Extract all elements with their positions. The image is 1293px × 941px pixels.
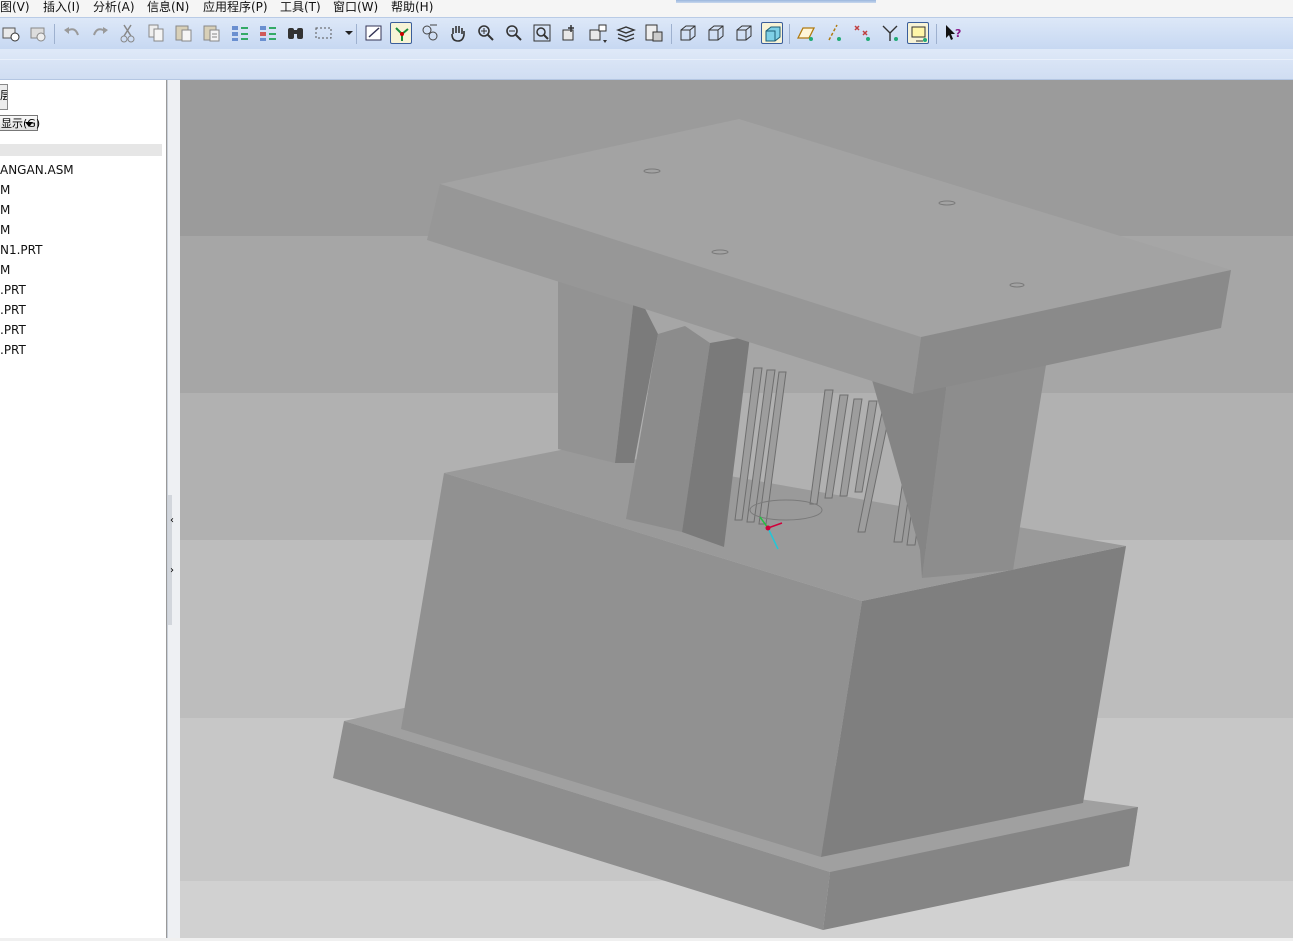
datum-axes-icon[interactable] xyxy=(823,22,845,44)
chevron-down-icon[interactable] xyxy=(338,22,353,44)
tree-header xyxy=(0,144,162,156)
view-manager-icon[interactable] xyxy=(643,22,665,44)
saved-views-icon[interactable] xyxy=(587,22,609,44)
menu-window[interactable]: 窗口(W) xyxy=(333,0,378,14)
model-tree: ANGAN.ASM M M M N1.PRT M .PRT .PRT .PRT … xyxy=(0,160,164,360)
repaint-icon[interactable] xyxy=(363,22,385,44)
tree-item[interactable]: .PRT xyxy=(0,280,164,300)
svg-text:?: ? xyxy=(955,27,961,40)
tree-item[interactable]: ANGAN.ASM xyxy=(0,160,164,180)
main-toolbar: ? xyxy=(0,17,1293,50)
refit-icon[interactable] xyxy=(229,22,251,44)
tree-item[interactable]: M xyxy=(0,200,164,220)
menu-bar: 图(V) 插入(I) 分析(A) 信息(N) 应用程序(P) 工具(T) 窗口(… xyxy=(0,0,1293,17)
menu-help[interactable]: 帮助(H) xyxy=(391,0,433,14)
menu-tools[interactable]: 工具(T) xyxy=(280,0,321,14)
toolbar-separator xyxy=(936,24,937,44)
coordinate-systems-icon[interactable] xyxy=(879,22,901,44)
hidden-line-icon[interactable] xyxy=(705,22,727,44)
model-tree-panel: 层 显示(G) ANGAN.ASM M M M N1.PRT M .PRT .P… xyxy=(0,80,167,938)
tree-item[interactable]: M xyxy=(0,180,164,200)
show-dropdown-label: 显示(G) xyxy=(1,117,41,130)
spin-center-icon[interactable] xyxy=(390,22,412,44)
layers-icon[interactable] xyxy=(615,22,637,44)
spin-center-display-icon[interactable] xyxy=(907,22,929,44)
redo-icon[interactable] xyxy=(89,22,111,44)
panel-sash[interactable]: ‹ › xyxy=(167,80,180,938)
toolbar-divider xyxy=(0,59,1293,60)
zoom-in-icon[interactable] xyxy=(475,22,497,44)
toolbar-separator xyxy=(789,24,790,44)
menu-view[interactable]: 图(V) xyxy=(0,0,30,14)
select-box-icon[interactable] xyxy=(313,22,335,44)
menu-applications[interactable]: 应用程序(P) xyxy=(203,0,268,14)
menu-info[interactable]: 信息(N) xyxy=(147,0,189,14)
show-dropdown[interactable]: 显示(G) xyxy=(0,115,41,131)
no-hidden-icon[interactable] xyxy=(733,22,755,44)
collapse-panel-icon[interactable]: ‹ xyxy=(170,516,176,526)
toolbar-separator xyxy=(356,24,357,44)
redefine-icon[interactable] xyxy=(257,22,279,44)
menu-analysis[interactable]: 分析(A) xyxy=(93,0,135,14)
zoom-out-icon[interactable] xyxy=(503,22,525,44)
wireframe-icon[interactable] xyxy=(677,22,699,44)
shading-icon[interactable] xyxy=(761,22,783,44)
secondary-toolbar xyxy=(0,49,1293,80)
regenerate-icon[interactable] xyxy=(0,22,22,44)
search-icon[interactable] xyxy=(285,22,307,44)
cut-icon[interactable] xyxy=(117,22,139,44)
tree-item[interactable]: N1.PRT xyxy=(0,240,164,260)
regenerate-manager-icon[interactable] xyxy=(27,22,49,44)
datum-planes-icon[interactable] xyxy=(795,22,817,44)
menu-insert[interactable]: 插入(I) xyxy=(43,0,80,14)
copy-icon[interactable] xyxy=(145,22,167,44)
reorient-icon[interactable] xyxy=(559,22,581,44)
model-view[interactable] xyxy=(180,80,1293,938)
orient-mode-icon[interactable] xyxy=(419,22,441,44)
pan-icon[interactable] xyxy=(447,22,469,44)
context-help-icon[interactable]: ? xyxy=(942,22,964,44)
tree-item[interactable]: M xyxy=(0,260,164,280)
tab-layers[interactable]: 层 xyxy=(0,84,8,110)
toolbar-separator xyxy=(54,24,55,44)
undo-icon[interactable] xyxy=(61,22,83,44)
tree-item[interactable]: .PRT xyxy=(0,320,164,340)
expand-panel-icon[interactable]: › xyxy=(170,566,176,576)
paste-special-icon[interactable] xyxy=(201,22,223,44)
paste-icon[interactable] xyxy=(173,22,195,44)
graphics-window[interactable] xyxy=(180,80,1293,938)
refit-view-icon[interactable] xyxy=(531,22,553,44)
toolbar-separator xyxy=(671,24,672,44)
tree-item[interactable]: .PRT xyxy=(0,340,164,360)
chevron-down-icon xyxy=(25,122,33,127)
title-bar-edge xyxy=(676,0,876,3)
datum-points-icon[interactable] xyxy=(851,22,873,44)
tree-item[interactable]: .PRT xyxy=(0,300,164,320)
tree-item[interactable]: M xyxy=(0,220,164,240)
